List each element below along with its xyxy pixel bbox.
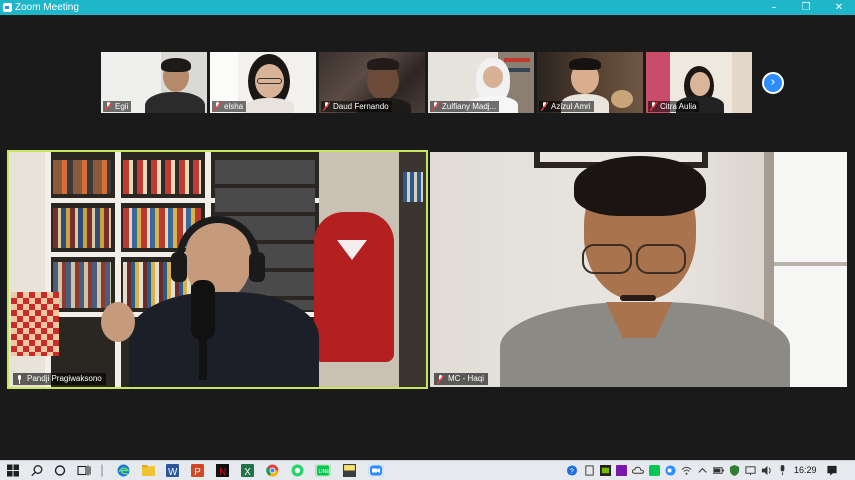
pin-icon: [18, 375, 21, 384]
participant-tile-citra-aulia[interactable]: Citra Aulia: [646, 52, 752, 113]
chevron-up-icon[interactable]: [697, 465, 708, 476]
netflix-icon[interactable]: N: [216, 464, 229, 477]
wifi-icon[interactable]: [681, 465, 692, 476]
video-tile-mc-haqi[interactable]: MC - Haqi: [430, 152, 847, 387]
chevron-right-icon: ›: [770, 75, 776, 90]
svg-text:LINE: LINE: [319, 469, 331, 475]
speaker-name: MC - Haqi: [448, 374, 485, 383]
word-icon[interactable]: W: [166, 464, 179, 477]
help-icon[interactable]: ?: [566, 465, 578, 476]
onenote-icon[interactable]: [616, 465, 627, 476]
excel-icon[interactable]: X: [241, 464, 254, 477]
participant-tile-zulfiany[interactable]: Zulfiany Madj...: [428, 52, 534, 113]
participant-tile-daud-fernando[interactable]: Daud Fernando: [319, 52, 425, 113]
participant-name: Azizul Amri: [551, 102, 591, 111]
cortana-icon[interactable]: [54, 464, 66, 477]
notifications-icon[interactable]: [826, 465, 838, 476]
muted-mic-icon: [541, 102, 548, 111]
line-app-icon[interactable]: LINE: [315, 464, 331, 477]
muted-mic-icon: [214, 102, 221, 111]
microphone-icon[interactable]: [777, 465, 788, 476]
muted-mic-icon: [437, 375, 444, 384]
line-tray-icon[interactable]: [649, 465, 660, 476]
zoom-taskbar-icon[interactable]: [368, 464, 384, 477]
zoom-tray-icon[interactable]: [665, 465, 676, 476]
participant-tile-azizul-amri[interactable]: Azizul Amri: [537, 52, 643, 113]
windows-taskbar: W P N X LINE ? 16:29: [0, 460, 855, 480]
muted-mic-icon: [650, 102, 657, 111]
sticky-notes-icon[interactable]: [343, 464, 356, 477]
muted-mic-icon: [105, 102, 112, 111]
participant-name: elsha: [224, 102, 244, 111]
next-page-button[interactable]: ›: [762, 72, 784, 94]
file-explorer-icon[interactable]: [142, 464, 155, 477]
participant-tile-egii[interactable]: Egii: [101, 52, 207, 113]
edge-icon[interactable]: [117, 464, 130, 477]
svg-text:?: ?: [570, 467, 574, 476]
minimize-button[interactable]: –: [758, 0, 790, 15]
participant-name: Egii: [115, 102, 129, 111]
window-title-bar: Zoom Meeting – ❐ ✕: [0, 0, 855, 15]
onedrive-icon[interactable]: [632, 465, 644, 476]
svg-text:W: W: [168, 467, 178, 477]
search-icon[interactable]: [31, 464, 43, 477]
taskbar-clock[interactable]: 16:29: [794, 465, 817, 475]
maximize-button[interactable]: ❐: [790, 0, 822, 15]
close-button[interactable]: ✕: [823, 0, 855, 15]
battery-icon[interactable]: [713, 465, 724, 476]
taskbar-separator-icon: [101, 464, 103, 477]
svg-text:N: N: [219, 467, 226, 477]
muted-mic-icon: [432, 102, 439, 111]
speaker-name: Pandji Pragiwaksono: [27, 374, 102, 383]
svg-text:X: X: [244, 467, 251, 477]
muted-mic-icon: [323, 102, 330, 111]
task-view-icon[interactable]: [77, 464, 91, 477]
whatsapp-icon[interactable]: [291, 464, 304, 477]
powerpoint-icon[interactable]: P: [191, 464, 204, 477]
participant-name: Zulfiany Madj...: [442, 102, 497, 111]
window-title: Zoom Meeting: [15, 2, 79, 13]
video-tile-pandji[interactable]: Pandji Pragiwaksono: [7, 150, 428, 389]
security-shield-icon[interactable]: [729, 465, 740, 476]
volume-icon[interactable]: [761, 465, 772, 476]
participant-name: Citra Aulia: [660, 102, 697, 111]
participant-tile-elsha[interactable]: elsha: [210, 52, 316, 113]
svg-text:P: P: [194, 467, 201, 477]
zoom-app-icon: [3, 3, 12, 12]
chrome-icon[interactable]: [266, 464, 279, 477]
windows-start-icon[interactable]: [7, 464, 19, 477]
network-icon[interactable]: [745, 465, 756, 476]
tray-app-icon[interactable]: [584, 465, 595, 476]
participant-name: Daud Fernando: [333, 102, 389, 111]
nvidia-icon[interactable]: [600, 465, 611, 476]
